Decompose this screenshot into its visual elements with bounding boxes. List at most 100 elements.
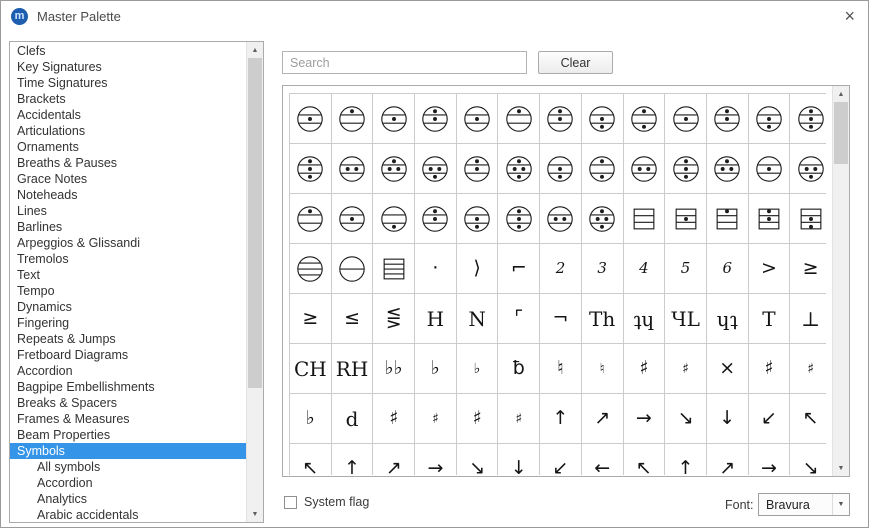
symbol-cell[interactable]: ↖: [790, 394, 826, 444]
symbol-cell[interactable]: 2: [540, 244, 582, 294]
symbol-cell[interactable]: ♯: [415, 394, 457, 444]
sidebar-item-fretboard-diagrams[interactable]: Fretboard Diagrams: [10, 347, 246, 363]
sidebar-item-articulations[interactable]: Articulations: [10, 123, 246, 139]
symbol-cell[interactable]: [290, 194, 332, 244]
symbol-cell[interactable]: [331, 244, 374, 294]
sidebar-item-arpeggios-glissandi[interactable]: Arpeggios & Glissandi: [10, 235, 246, 251]
symbol-cell[interactable]: ЧL: [665, 294, 707, 344]
symbol-cell[interactable]: [790, 194, 826, 244]
sidebar-item-time-signatures[interactable]: Time Signatures: [10, 75, 246, 91]
sidebar-item-accordion[interactable]: Accordion: [10, 475, 246, 491]
symbol-cell[interactable]: 4: [623, 244, 666, 294]
symbol-cell[interactable]: ♭: [456, 344, 499, 394]
symbol-cell[interactable]: [790, 94, 826, 144]
sidebar-item-noteheads[interactable]: Noteheads: [10, 187, 246, 203]
symbol-cell[interactable]: [373, 244, 416, 294]
font-select[interactable]: Bravura ▼: [758, 493, 850, 516]
symbol-cell[interactable]: N: [456, 294, 499, 344]
symbol-cell[interactable]: ♮: [540, 344, 582, 394]
symbol-cell[interactable]: [706, 144, 749, 194]
sidebar-item-key-signatures[interactable]: Key Signatures: [10, 59, 246, 75]
scrollbar-thumb[interactable]: [834, 102, 848, 164]
symbol-cell[interactable]: ↗: [706, 444, 749, 475]
symbol-cell[interactable]: [623, 144, 666, 194]
symbol-cell[interactable]: ↘: [665, 394, 707, 444]
symbol-cell[interactable]: [540, 144, 582, 194]
symbol-cell[interactable]: [415, 144, 457, 194]
symbol-cell[interactable]: 3: [581, 244, 624, 294]
sidebar-item-ornaments[interactable]: Ornaments: [10, 139, 246, 155]
symbol-cell[interactable]: Th: [581, 294, 624, 344]
symbol-cell[interactable]: ·: [415, 244, 457, 294]
symbol-cell[interactable]: ♭♭: [373, 344, 416, 394]
symbol-cell[interactable]: ƀ: [498, 344, 541, 394]
sidebar-item-accordion[interactable]: Accordion: [10, 363, 246, 379]
symbol-cell[interactable]: ↘: [790, 444, 826, 475]
symbol-cell[interactable]: RH: [331, 344, 374, 394]
scrollbar-thumb[interactable]: [248, 58, 262, 388]
sidebar-scrollbar[interactable]: ▲ ▼: [246, 42, 263, 522]
symbol-cell[interactable]: ⌐: [498, 244, 541, 294]
symbol-cell[interactable]: ↑: [665, 444, 707, 475]
sidebar-item-tremolos[interactable]: Tremolos: [10, 251, 246, 267]
symbol-cell[interactable]: [623, 94, 666, 144]
symbol-cell[interactable]: ⌜: [498, 294, 541, 344]
scroll-up-icon[interactable]: ▲: [247, 42, 263, 58]
symbol-cell[interactable]: ↘: [456, 444, 499, 475]
symbol-cell[interactable]: ♯: [456, 394, 499, 444]
symbol-cell[interactable]: ♯: [498, 394, 541, 444]
symbol-cell[interactable]: ≥: [290, 294, 332, 344]
symbol-cell[interactable]: ♯: [373, 394, 416, 444]
search-input[interactable]: [282, 51, 527, 74]
symbol-cell[interactable]: [748, 194, 791, 244]
sidebar-item-barlines[interactable]: Barlines: [10, 219, 246, 235]
symbol-cell[interactable]: [623, 194, 666, 244]
clear-button[interactable]: Clear: [538, 51, 613, 74]
symbol-cell[interactable]: [331, 194, 374, 244]
symbol-cell[interactable]: [748, 144, 791, 194]
symbol-cell[interactable]: ↑: [331, 444, 374, 475]
symbol-cell[interactable]: [373, 194, 416, 244]
symbol-cell[interactable]: ♯: [665, 344, 707, 394]
sidebar-item-bagpipe-embellishments[interactable]: Bagpipe Embellishments: [10, 379, 246, 395]
symbol-cell[interactable]: [498, 144, 541, 194]
sidebar-item-fingering[interactable]: Fingering: [10, 315, 246, 331]
symbol-cell[interactable]: ↖: [623, 444, 666, 475]
symbol-cell[interactable]: ⟩: [456, 244, 499, 294]
symbol-cell[interactable]: ↗: [373, 444, 416, 475]
sidebar-item-tempo[interactable]: Tempo: [10, 283, 246, 299]
symbol-cell[interactable]: ⋚: [373, 294, 416, 344]
symbol-cell[interactable]: ↙: [540, 444, 582, 475]
symbol-cell[interactable]: >: [748, 244, 791, 294]
sidebar-item-symbols[interactable]: Symbols: [10, 443, 246, 459]
symbol-cell[interactable]: [498, 94, 541, 144]
symbol-cell[interactable]: [706, 94, 749, 144]
scroll-down-icon[interactable]: ▼: [833, 460, 849, 476]
scroll-up-icon[interactable]: ▲: [833, 86, 849, 102]
symbol-cell[interactable]: H: [415, 294, 457, 344]
grid-scrollbar[interactable]: ▲ ▼: [832, 86, 849, 476]
symbol-cell[interactable]: ×: [706, 344, 749, 394]
symbol-cell[interactable]: [581, 94, 624, 144]
symbol-cell[interactable]: →: [748, 444, 791, 475]
symbol-cell[interactable]: [748, 94, 791, 144]
symbol-cell[interactable]: [415, 194, 457, 244]
symbol-cell[interactable]: [456, 144, 499, 194]
symbol-cell[interactable]: →: [623, 394, 666, 444]
sidebar-item-repeats-jumps[interactable]: Repeats & Jumps: [10, 331, 246, 347]
symbol-cell[interactable]: ↗: [581, 394, 624, 444]
sidebar-item-grace-notes[interactable]: Grace Notes: [10, 171, 246, 187]
symbol-cell[interactable]: [415, 94, 457, 144]
symbol-cell[interactable]: ⊥: [790, 294, 826, 344]
symbol-cell[interactable]: [290, 144, 332, 194]
symbol-cell[interactable]: [456, 94, 499, 144]
symbol-cell[interactable]: [331, 144, 374, 194]
symbol-cell[interactable]: [373, 144, 416, 194]
symbol-cell[interactable]: →: [415, 444, 457, 475]
symbol-cell[interactable]: [290, 94, 332, 144]
symbol-cell[interactable]: ♯: [790, 344, 826, 394]
symbol-cell[interactable]: ≤: [331, 294, 374, 344]
symbol-cell[interactable]: [498, 194, 541, 244]
symbol-cell[interactable]: [540, 94, 582, 144]
sidebar-item-arabic-accidentals[interactable]: Arabic accidentals: [10, 507, 246, 521]
